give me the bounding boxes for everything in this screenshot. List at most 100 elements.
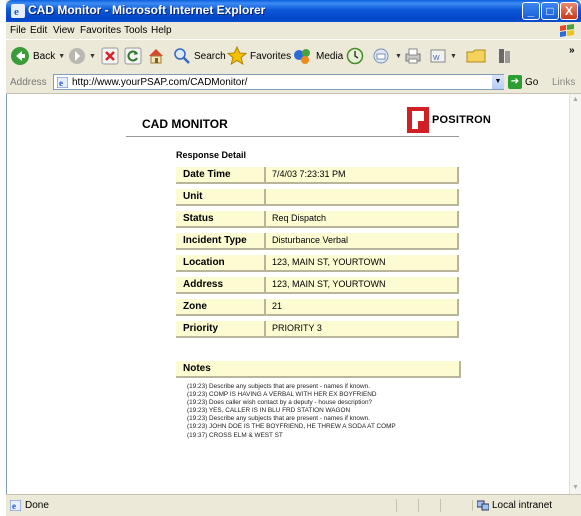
history-button[interactable]: [346, 45, 364, 67]
notes-title: Notes: [176, 361, 461, 378]
back-button[interactable]: Back ▼: [10, 45, 65, 67]
research-button[interactable]: [496, 45, 514, 67]
favorites-button[interactable]: Favorites: [227, 45, 291, 67]
detail-value: Disturbance Verbal: [266, 233, 459, 250]
ie-icon: e: [11, 4, 25, 18]
star-icon: [227, 46, 247, 66]
folder-icon: [466, 49, 486, 63]
refresh-button[interactable]: [124, 45, 142, 67]
zone-text: Local intranet: [492, 500, 553, 511]
svg-text:W: W: [433, 55, 440, 62]
stop-icon: [101, 47, 119, 65]
home-button[interactable]: [147, 45, 165, 67]
menu-favorites[interactable]: Favorites: [80, 25, 121, 36]
toolbar-more-icon[interactable]: »: [569, 45, 575, 56]
detail-value: [266, 189, 459, 206]
scroll-down-icon[interactable]: ▼: [570, 482, 581, 494]
address-bar: Address e http://www.yourPSAP.com/CADMon…: [6, 73, 581, 94]
detail-label: Incident Type: [176, 233, 266, 250]
page-title: CAD MONITOR: [142, 117, 228, 131]
folder-button[interactable]: [466, 45, 486, 67]
back-label: Back: [33, 50, 56, 62]
print-button[interactable]: [404, 45, 422, 67]
status-separator: [396, 499, 397, 512]
title-bar: e CAD Monitor - Microsoft Internet Explo…: [6, 0, 581, 22]
detail-row: Status Req Dispatch: [176, 211, 459, 228]
detail-label: Address: [176, 277, 266, 294]
back-arrow-icon: [11, 47, 29, 65]
address-dropdown-icon[interactable]: ▼: [492, 75, 504, 89]
go-button[interactable]: ➔ Go: [508, 75, 538, 89]
detail-value: 7/4/03 7:23:31 PM: [266, 167, 459, 184]
detail-row: Incident Type Disturbance Verbal: [176, 233, 459, 250]
detail-label: Location: [176, 255, 266, 272]
favorites-label: Favorites: [250, 50, 292, 62]
positron-logo-text: POSITRON: [432, 114, 492, 126]
detail-label: Date Time: [176, 167, 266, 184]
scroll-up-icon[interactable]: ▲: [570, 94, 581, 106]
address-url: http://www.yourPSAP.com/CADMonitor/: [72, 77, 248, 88]
detail-label: Unit: [176, 189, 266, 206]
detail-row: Unit: [176, 189, 459, 206]
detail-row: Address 123, MAIN ST, YOURTOWN: [176, 277, 459, 294]
stop-button[interactable]: [101, 45, 119, 67]
detail-row: Zone 21: [176, 299, 459, 316]
media-button[interactable]: Media: [293, 45, 343, 67]
svg-text:e: e: [59, 78, 63, 88]
svg-text:e: e: [14, 6, 19, 18]
menu-tools[interactable]: Tools: [124, 25, 147, 36]
back-dropdown-icon[interactable]: ▼: [58, 53, 65, 60]
vertical-scrollbar[interactable]: ▲ ▼: [569, 94, 581, 494]
go-label: Go: [525, 76, 539, 88]
menu-help[interactable]: Help: [151, 25, 172, 36]
status-separator: [440, 499, 441, 512]
forward-button[interactable]: ▼: [68, 45, 96, 67]
menu-view[interactable]: View: [53, 25, 75, 36]
mail-dropdown-icon[interactable]: ▼: [395, 53, 402, 60]
forward-dropdown-icon[interactable]: ▼: [89, 53, 96, 60]
detail-value: Req Dispatch: [266, 211, 459, 228]
note-line: (19:23) Describe any subjects that are p…: [187, 383, 370, 390]
intranet-zone-icon: [477, 500, 489, 511]
forward-arrow-icon: [69, 48, 85, 64]
edit-button[interactable]: W ▼: [429, 45, 457, 67]
standard-toolbar: Back ▼ ▼ Search Favorites Media ▼ W ▼ »: [6, 39, 581, 74]
detail-label: Priority: [176, 321, 266, 338]
detail-value: 21: [266, 299, 459, 316]
minimize-button[interactable]: _: [522, 2, 540, 20]
address-input[interactable]: e http://www.yourPSAP.com/CADMonitor/: [53, 74, 504, 90]
search-label: Search: [194, 50, 226, 62]
detail-label: Status: [176, 211, 266, 228]
mail-icon: [373, 48, 389, 64]
media-icon: [294, 49, 310, 64]
media-label: Media: [316, 50, 344, 62]
browser-window: e CAD Monitor - Microsoft Internet Explo…: [6, 0, 581, 516]
page-content: CAD MONITOR POSITRON Response Detail Dat…: [6, 94, 569, 494]
status-separator: [418, 499, 419, 512]
window-title: CAD Monitor - Microsoft Internet Explore…: [28, 3, 266, 17]
menu-edit[interactable]: Edit: [30, 25, 47, 36]
notes-list: (19:23) Describe any subjects that are p…: [187, 383, 396, 440]
note-line: (19:23) JOHN DOE IS THE BOYFRIEND, HE TH…: [187, 423, 396, 431]
positron-logo-mark-icon: [407, 107, 429, 133]
history-icon: [346, 47, 364, 65]
search-icon: [174, 48, 190, 64]
edit-dropdown-icon[interactable]: ▼: [450, 53, 457, 60]
detail-value: PRIORITY 3: [266, 321, 459, 338]
home-icon: [149, 49, 163, 64]
status-bar: e Done Local intranet: [6, 494, 581, 516]
close-button[interactable]: X: [560, 2, 578, 20]
svg-text:e: e: [12, 501, 16, 511]
ie-page-icon: e: [57, 77, 68, 88]
printer-icon: [405, 48, 421, 64]
maximize-button[interactable]: □: [541, 2, 559, 20]
links-toolbar[interactable]: Links: [552, 77, 575, 88]
search-button[interactable]: Search: [173, 45, 226, 67]
note-line: (19:23) Describe any subjects that are p…: [187, 415, 370, 423]
detail-label: Zone: [176, 299, 266, 316]
note-line: (19:37) CROSS ELM & WEST ST: [187, 431, 283, 439]
menu-file[interactable]: File: [10, 25, 26, 36]
mail-button[interactable]: ▼: [372, 45, 402, 67]
status-text: Done: [25, 500, 49, 511]
address-label: Address: [10, 77, 47, 88]
